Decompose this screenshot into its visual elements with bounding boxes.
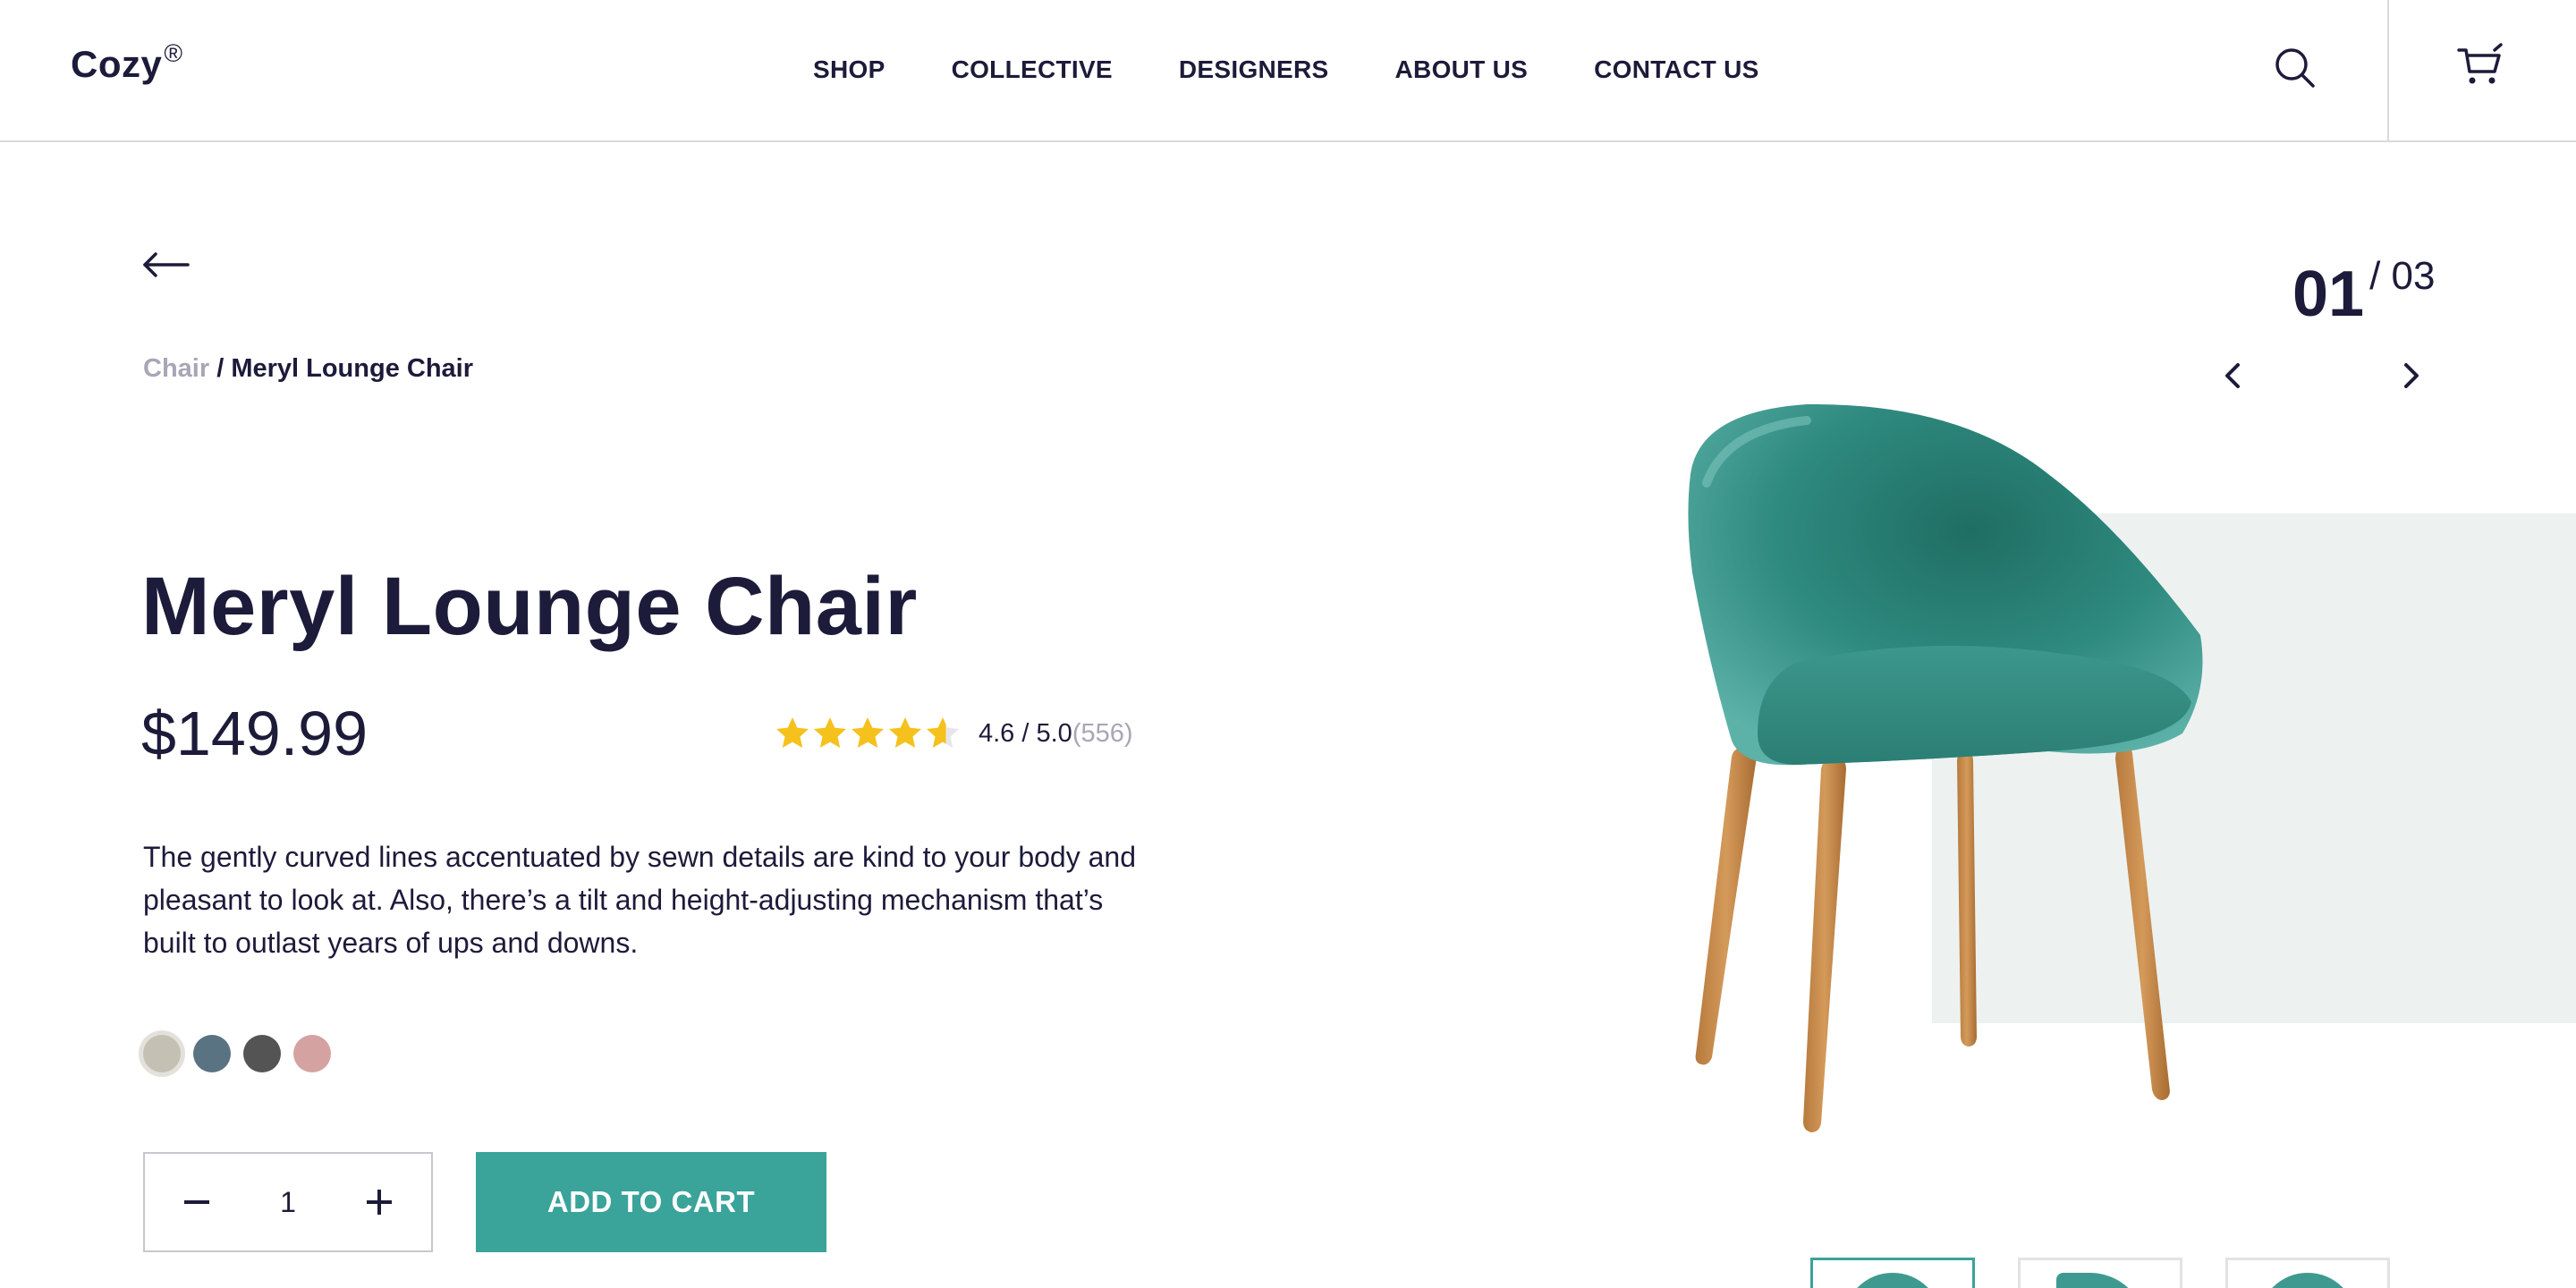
main-nav: SHOP COLLECTIVE DESIGNERS ABOUT US CONTA… bbox=[813, 55, 1759, 84]
star-icon bbox=[776, 717, 809, 748]
decrease-quantity-button[interactable] bbox=[181, 1186, 213, 1218]
search-icon bbox=[2275, 48, 2315, 88]
breadcrumb-separator: / bbox=[209, 354, 232, 383]
thumbnail-chair-image bbox=[2258, 1273, 2357, 1288]
color-swatches bbox=[143, 1035, 331, 1072]
quantity-value[interactable]: 1 bbox=[280, 1186, 296, 1219]
color-swatch-slate-blue[interactable] bbox=[193, 1035, 231, 1072]
back-button[interactable] bbox=[141, 249, 191, 281]
rating-value: 4.6 / 5.0 bbox=[979, 718, 1072, 748]
nav-item-contact-us[interactable]: CONTACT US bbox=[1594, 55, 1758, 84]
chevron-left-icon bbox=[2225, 363, 2240, 388]
search-button[interactable] bbox=[2272, 45, 2318, 91]
thumbnail-chair-image bbox=[2056, 1273, 2146, 1288]
cart-button[interactable] bbox=[2455, 41, 2505, 91]
star-icon bbox=[852, 717, 884, 748]
product-description: The gently curved lines accentuated by s… bbox=[143, 841, 1136, 959]
color-swatch-beige[interactable] bbox=[143, 1035, 181, 1072]
site-header: Cozy® SHOP COLLECTIVE DESIGNERS ABOUT US… bbox=[0, 0, 2576, 142]
chevron-right-icon bbox=[2404, 363, 2419, 388]
slide-total: / 03 bbox=[2369, 254, 2436, 298]
product-price: $149.99 bbox=[141, 699, 369, 768]
add-to-cart-button[interactable]: ADD TO CART bbox=[476, 1152, 826, 1252]
nav-item-designers[interactable]: DESIGNERS bbox=[1179, 55, 1329, 84]
star-icon bbox=[814, 717, 846, 748]
logo-registered-mark: ® bbox=[164, 39, 183, 67]
star-icon bbox=[889, 717, 921, 748]
nav-item-collective[interactable]: COLLECTIVE bbox=[952, 55, 1113, 84]
breadcrumb-current: Meryl Lounge Chair bbox=[231, 354, 474, 383]
slide-counter: 01/ 03 bbox=[2292, 254, 2435, 331]
thumbnail-2[interactable] bbox=[2018, 1258, 2182, 1288]
thumbnail-chair-image bbox=[1843, 1273, 1942, 1288]
breadcrumb-parent[interactable]: Chair bbox=[143, 354, 209, 383]
arrow-left-icon bbox=[143, 252, 190, 277]
previous-slide-button[interactable] bbox=[2218, 356, 2247, 395]
star-icon bbox=[927, 717, 959, 748]
header-divider bbox=[2387, 0, 2389, 142]
product-rating: 4.6 / 5.0 (556) bbox=[775, 712, 1133, 755]
star-rating bbox=[775, 716, 961, 751]
next-slide-button[interactable] bbox=[2397, 356, 2426, 395]
color-swatch-charcoal[interactable] bbox=[243, 1035, 281, 1072]
cart-icon bbox=[2457, 43, 2503, 84]
color-swatch-dusty-pink[interactable] bbox=[293, 1035, 331, 1072]
quantity-stepper: 1 bbox=[143, 1152, 433, 1252]
slide-current: 01 bbox=[2292, 258, 2365, 330]
thumbnail-strip bbox=[1810, 1258, 2390, 1288]
product-image bbox=[1688, 403, 2203, 1132]
thumbnail-3[interactable] bbox=[2225, 1258, 2390, 1288]
product-title: Meryl Lounge Chair bbox=[141, 561, 918, 652]
nav-item-about-us[interactable]: ABOUT US bbox=[1395, 55, 1529, 84]
logo-text: Cozy bbox=[71, 43, 163, 85]
increase-quantity-button[interactable] bbox=[363, 1186, 395, 1218]
rating-count: (556) bbox=[1072, 718, 1133, 748]
thumbnail-1[interactable] bbox=[1810, 1258, 1975, 1288]
breadcrumb: Chair / Meryl Lounge Chair bbox=[143, 354, 473, 384]
nav-item-shop[interactable]: SHOP bbox=[813, 55, 886, 84]
logo[interactable]: Cozy® bbox=[71, 39, 183, 86]
